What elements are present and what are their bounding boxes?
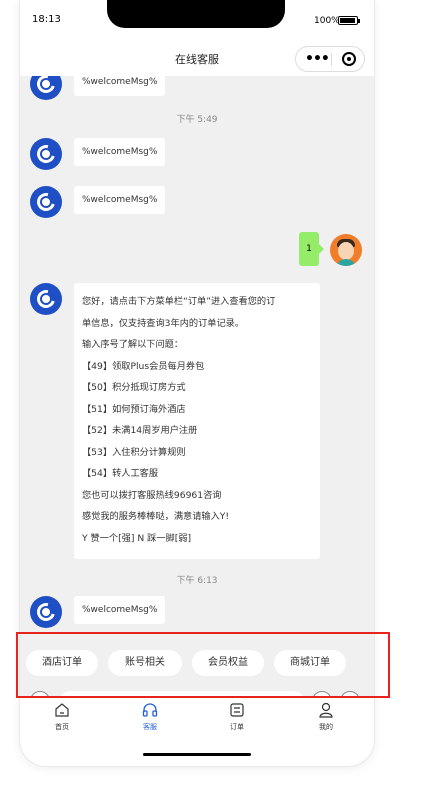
user-avatar <box>330 234 362 266</box>
message-line: 【54】转人工客服 <box>82 468 159 479</box>
message-line: Y 赞一个[强] N 踩一脚[弱] <box>82 532 192 544</box>
message-line: 【51】如何预订海外酒店 <box>82 403 186 415</box>
message-line: 【53】入住积分计算规则 <box>82 446 186 458</box>
avatar-shirt <box>336 259 356 266</box>
chat-area[interactable]: %welcomeMsg% 下午 5:49 %welcomeMsg% %welco… <box>20 76 374 636</box>
more-icon[interactable]: ••• <box>305 51 330 67</box>
tab-label: 客服 <box>143 723 157 731</box>
message-line: 您也可以拨打客服热线96961咨询 <box>82 489 222 501</box>
home-indicator[interactable] <box>143 753 251 756</box>
close-mini-program-icon[interactable] <box>342 52 356 66</box>
avatar-face <box>338 242 354 260</box>
user-message: 1 <box>299 232 324 266</box>
order-icon <box>230 703 244 717</box>
bot-message: %welcomeMsg% <box>74 596 166 624</box>
status-bar: 18:13 100% <box>20 0 374 38</box>
message-line: 您好，请点击下方菜单栏“订单”进入查看您的订 <box>82 296 276 307</box>
user-icon <box>319 702 333 718</box>
tab-label: 我的 <box>319 723 333 731</box>
nav-bar: 在线客服 ••• <box>20 38 374 76</box>
message-line: 单信息，仅支持查询3年内的订单记录。 <box>82 317 245 329</box>
highlight-annotation-box <box>16 632 390 698</box>
message-line: 输入序号了解以下问题： <box>82 339 184 350</box>
bot-avatar <box>30 76 62 100</box>
bot-avatar <box>30 596 62 628</box>
tab-orders[interactable]: 订单 <box>207 702 267 732</box>
bot-message: %welcomeMsg% <box>74 186 166 214</box>
message-line: 【50】积分抵现订房方式 <box>82 382 186 393</box>
message-timestamp: 下午 5:49 <box>176 115 218 125</box>
bot-avatar <box>30 138 62 170</box>
capsule-divider <box>331 53 332 66</box>
tab-label: 首页 <box>55 723 69 731</box>
bot-message: %welcomeMsg% <box>74 76 166 96</box>
bot-avatar <box>30 283 62 315</box>
message-line: 【49】领取Plus会员每月券包 <box>82 360 205 372</box>
status-time: 18:13 <box>32 14 61 25</box>
tab-service[interactable]: 客服 <box>120 702 180 732</box>
headset-icon <box>142 703 158 717</box>
mini-program-capsule: ••• <box>295 46 365 72</box>
notch <box>107 0 285 28</box>
tab-home[interactable]: 首页 <box>32 702 92 732</box>
tab-label: 订单 <box>230 723 244 731</box>
bot-message: %welcomeMsg% <box>74 138 166 166</box>
bot-menu-message: 您好，请点击下方菜单栏“订单”进入查看您的订 单信息，仅支持查询3年内的订单记录… <box>74 283 320 559</box>
message-timestamp: 下午 6:13 <box>176 576 218 586</box>
message-line: 感觉我的服务棒棒哒，满意请输入Y! <box>82 511 230 522</box>
tab-mine[interactable]: 我的 <box>296 702 356 732</box>
home-icon <box>55 703 69 717</box>
battery-level: 100% <box>314 16 340 26</box>
bot-avatar <box>30 186 62 218</box>
battery-icon <box>338 16 360 25</box>
message-line: 【52】未满14周岁用户注册 <box>82 425 198 436</box>
